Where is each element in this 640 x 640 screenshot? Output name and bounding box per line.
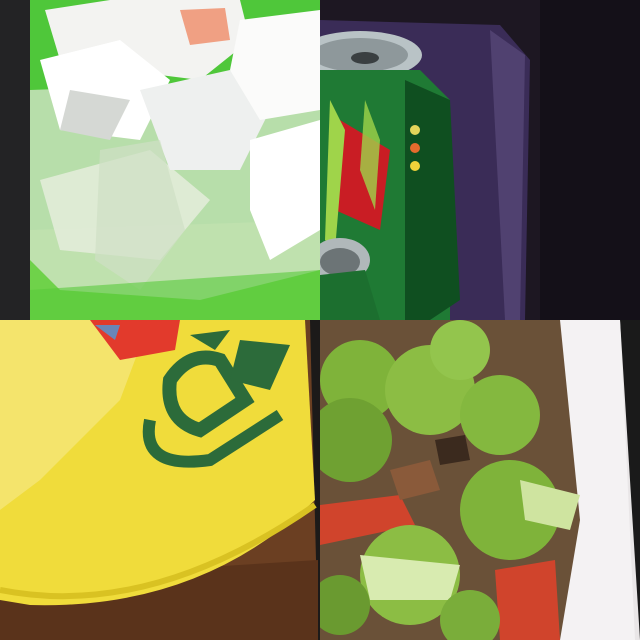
tile-broccoli-dish — [320, 320, 640, 640]
paper-waste-photo — [0, 0, 320, 320]
tile-soda-cans — [320, 0, 640, 320]
yellow-bag-photo — [0, 320, 320, 640]
broccoli-dish-photo — [320, 320, 640, 640]
tile-paper-waste — [0, 0, 320, 320]
image-collage — [0, 0, 640, 640]
tile-yellow-bag — [0, 320, 320, 640]
soda-cans-photo — [320, 0, 640, 320]
